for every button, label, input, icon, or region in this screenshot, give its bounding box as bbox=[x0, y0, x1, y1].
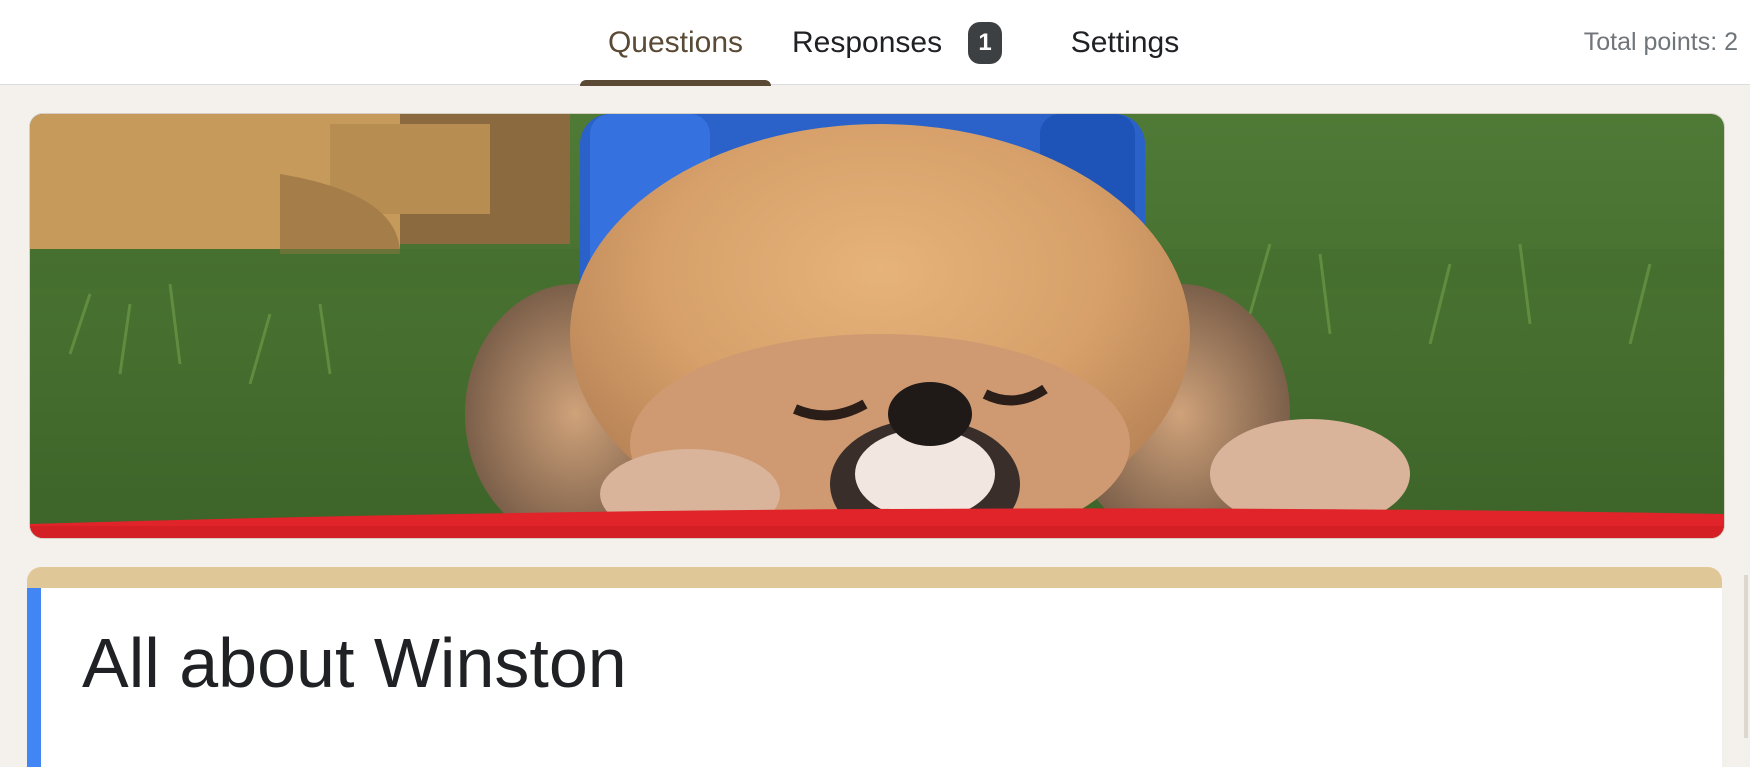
adjacent-panel-edge bbox=[1744, 575, 1748, 738]
tab-settings-label: Settings bbox=[1070, 25, 1180, 59]
tab-responses[interactable]: Responses 1 bbox=[792, 0, 1016, 85]
tab-responses-label: Responses bbox=[792, 25, 943, 59]
title-card-color-strip bbox=[27, 567, 1722, 588]
dog-photo-illustration bbox=[30, 114, 1724, 538]
focus-indicator-bar bbox=[27, 588, 41, 767]
tab-questions-label: Questions bbox=[607, 25, 744, 59]
top-navigation-bar: Questions Responses 1 Settings Total poi… bbox=[0, 0, 1750, 86]
total-points-label: Total points: 2 bbox=[1583, 28, 1738, 56]
form-title[interactable]: All about Winston bbox=[82, 623, 627, 703]
tab-settings[interactable]: Settings bbox=[1052, 0, 1198, 85]
tab-questions[interactable]: Questions bbox=[580, 0, 771, 86]
header-banner-image bbox=[29, 113, 1725, 539]
form-title-card[interactable]: All about Winston bbox=[27, 567, 1722, 767]
active-tab-indicator bbox=[580, 80, 771, 86]
responses-count-badge: 1 bbox=[968, 21, 1003, 64]
